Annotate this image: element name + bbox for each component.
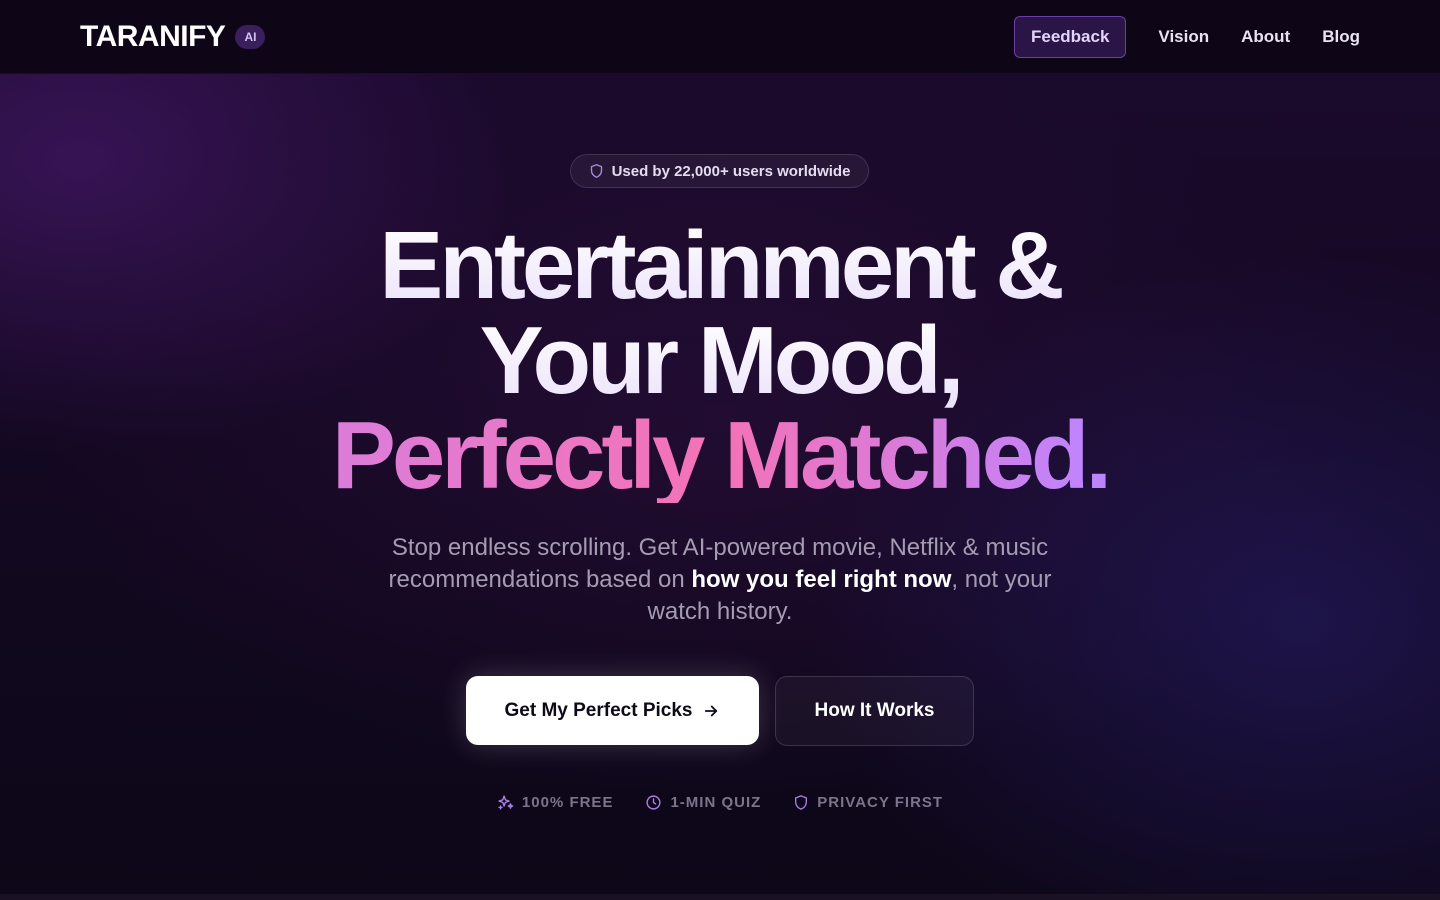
main-nav: Feedback Vision About Blog [1013,16,1360,58]
shield-icon [793,794,809,811]
headline-line-1: Entertainment & [0,218,1440,314]
nav-link-blog[interactable]: Blog [1322,16,1360,58]
feature-privacy: PRIVACY FIRST [793,794,943,811]
landing-page: TARANIFY AI Feedback Vision About Blog U… [0,0,1440,900]
hero-headline: Entertainment & Your Mood, Perfectly Mat… [0,218,1440,504]
feature-highlights: 100% FREE 1-MIN QUIZ PRIVACY FIRST [0,794,1440,811]
feature-quiz-label: 1-MIN QUIZ [670,794,762,811]
brand-logo[interactable]: TARANIFY AI [80,20,266,54]
subtitle-emphasis: how you feel right now [691,566,952,593]
shield-icon [589,163,604,179]
cta-group: Get My Perfect Picks How It Works [466,676,974,746]
logo-text: TARANIFY [80,20,226,53]
get-perfect-picks-button[interactable]: Get My Perfect Picks [466,676,759,745]
feature-privacy-label: PRIVACY FIRST [817,794,944,811]
top-navbar: TARANIFY AI Feedback Vision About Blog [0,0,1440,74]
nav-link-vision[interactable]: Vision [1158,16,1209,58]
feature-free: 100% FREE [497,794,614,811]
feature-quiz: 1-MIN QUIZ [645,794,761,811]
next-section-edge [0,894,1440,900]
how-it-works-button[interactable]: How It Works [775,676,974,746]
feedback-button[interactable]: Feedback [1013,16,1127,58]
primary-cta-label: Get My Perfect Picks [504,699,693,721]
sparkles-icon [497,794,514,811]
hero-subtitle: Stop endless scrolling. Get AI-powered m… [360,532,1080,628]
headline-line-2: Your Mood, [0,313,1440,409]
social-proof-pill: Used by 22,000+ users worldwide [570,154,869,188]
headline-line-3: Perfectly Matched. [0,408,1440,504]
nav-link-about[interactable]: About [1241,16,1290,58]
clock-icon [645,794,662,811]
ai-badge: AI [235,25,266,49]
social-proof-text: Used by 22,000+ users worldwide [611,162,851,180]
feature-free-label: 100% FREE [521,794,614,811]
secondary-cta-label: How It Works [814,700,935,721]
arrow-right-icon [702,702,720,720]
